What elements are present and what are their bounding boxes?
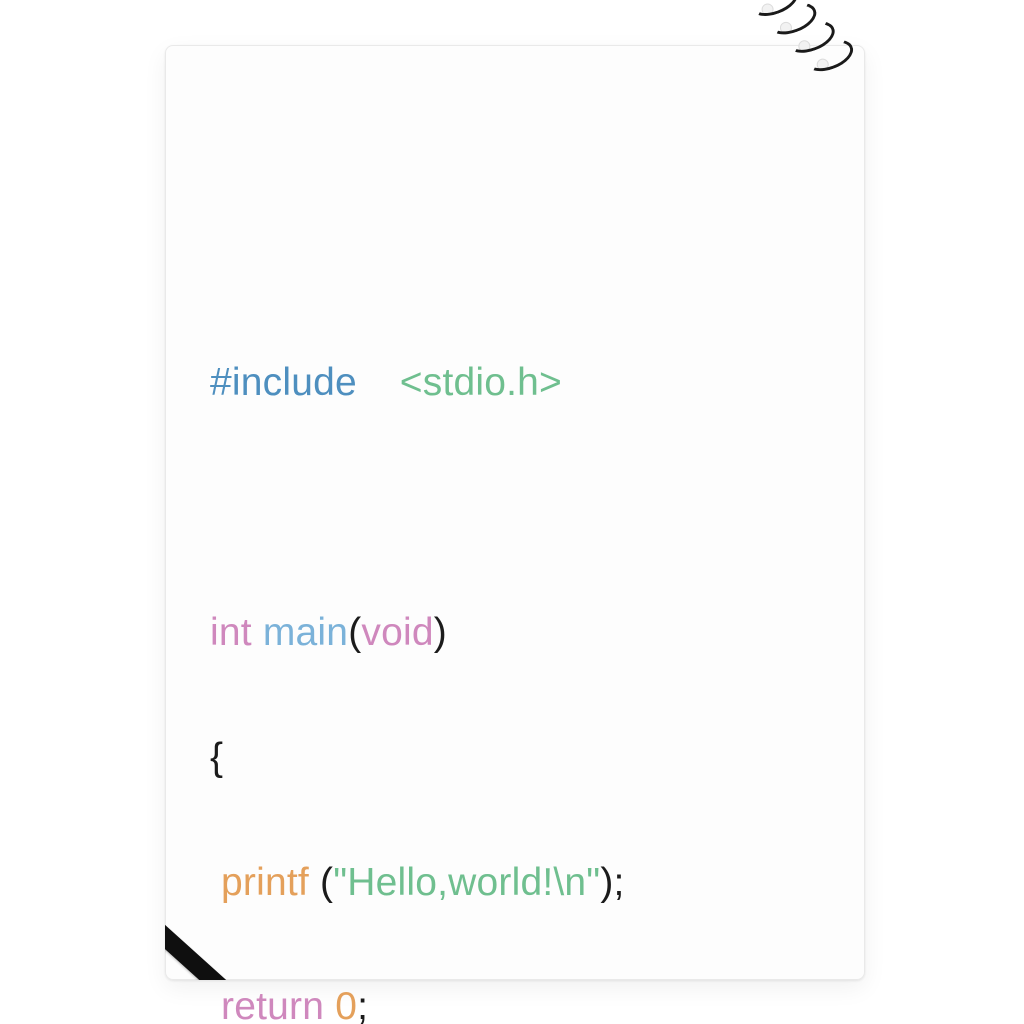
spiral-coil	[764, 0, 821, 40]
token-call-printf: printf	[221, 861, 309, 904]
token-type-int: int	[210, 611, 252, 654]
code-blank-line	[210, 477, 825, 539]
code-line-5: return 0;	[210, 976, 825, 1024]
token-fn-main: main	[263, 611, 348, 654]
spiral-coil	[727, 0, 784, 4]
token-header: <stdio.h>	[400, 361, 562, 404]
token-string-literal: "Hello,world!\n"	[333, 861, 600, 904]
token-paren-close: )	[434, 611, 447, 654]
code-block: #include<stdio.h> int main(void) { print…	[210, 290, 825, 1024]
token-semicolon: ;	[357, 985, 368, 1024]
token-args-open: (	[309, 861, 333, 904]
code-line-2: int main(void)	[210, 602, 825, 664]
spiral-hole	[759, 1, 776, 18]
product-stage: #include<stdio.h> int main(void) { print…	[0, 0, 1024, 1024]
token-brace-open: {	[210, 736, 223, 779]
token-include-directive: #include	[210, 361, 357, 404]
spiral-hole	[777, 19, 794, 36]
token-zero: 0	[335, 985, 357, 1024]
token-args-close: );	[600, 861, 624, 904]
token-paren-open: (	[348, 611, 361, 654]
token-type-void: void	[361, 611, 433, 654]
spiral-coil	[746, 0, 803, 22]
code-line-3: {	[210, 727, 825, 789]
code-line-1: #include <stdio.h>	[210, 352, 825, 414]
notebook: #include<stdio.h> int main(void) { print…	[165, 45, 865, 980]
token-return: return	[221, 985, 324, 1024]
code-line-4: printf ("Hello,world!\n");	[210, 852, 825, 914]
